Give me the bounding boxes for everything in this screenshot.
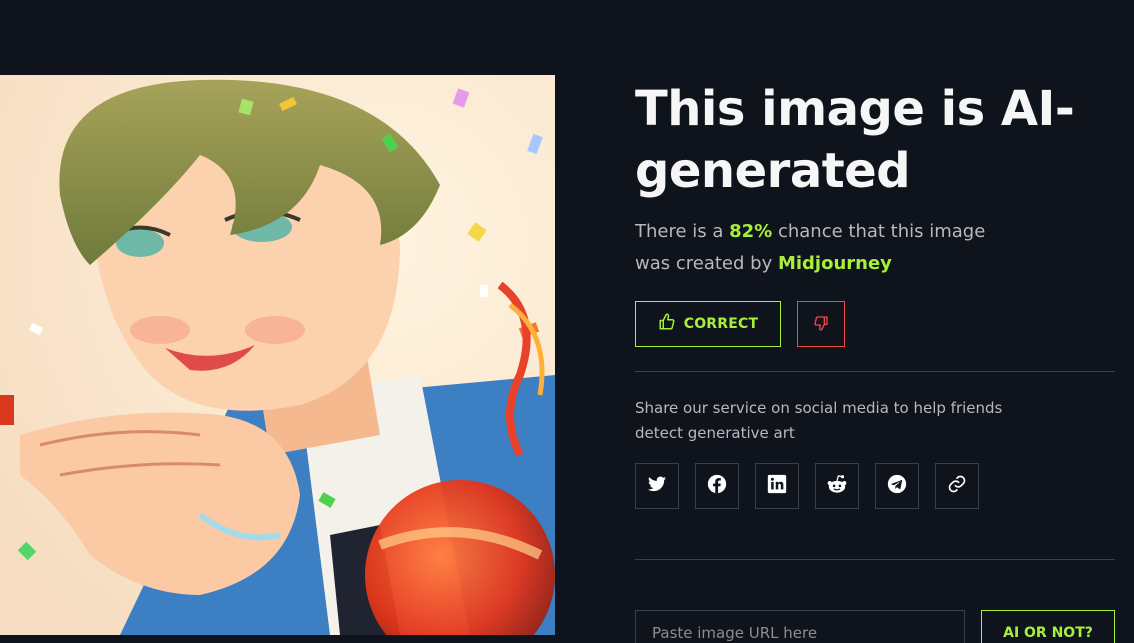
linkedin-icon — [767, 474, 787, 498]
telegram-icon — [887, 474, 907, 498]
link-icon — [947, 474, 967, 498]
reddit-icon — [826, 474, 848, 498]
probability-text: There is a 82% chance that this image wa… — [635, 216, 1015, 280]
page: This image is AI-generated There is a 82… — [0, 0, 1134, 643]
share-twitter-button[interactable] — [635, 463, 679, 509]
divider — [635, 371, 1115, 372]
probability-value: 82% — [729, 221, 773, 242]
url-check-form: AI OR NOT? — [635, 610, 1115, 643]
probability-prefix: There is a — [635, 221, 730, 242]
divider — [635, 559, 1115, 560]
page-title: This image is AI-generated — [635, 81, 1075, 199]
result-panel: This image is AI-generated There is a 82… — [635, 78, 1115, 643]
thumbs-up-icon — [658, 313, 676, 335]
social-share-buttons — [635, 463, 979, 509]
thumbs-down-icon — [813, 315, 829, 334]
share-telegram-button[interactable] — [875, 463, 919, 509]
correct-button[interactable]: CORRECT — [635, 301, 781, 347]
copy-link-button[interactable] — [935, 463, 979, 509]
twitter-icon — [648, 476, 666, 496]
feedback-buttons: CORRECT — [635, 301, 845, 347]
share-text: Share our service on social media to hel… — [635, 399, 1003, 442]
share-facebook-button[interactable] — [695, 463, 739, 509]
facebook-icon — [707, 474, 727, 498]
ai-or-not-button[interactable]: AI OR NOT? — [981, 610, 1115, 643]
model-name: Midjourney — [777, 253, 892, 274]
image-url-input[interactable] — [635, 610, 965, 643]
share-reddit-button[interactable] — [815, 463, 859, 509]
share-linkedin-button[interactable] — [755, 463, 799, 509]
wrong-button[interactable] — [797, 301, 845, 347]
analyzed-image — [0, 75, 555, 635]
correct-label: CORRECT — [683, 316, 759, 332]
